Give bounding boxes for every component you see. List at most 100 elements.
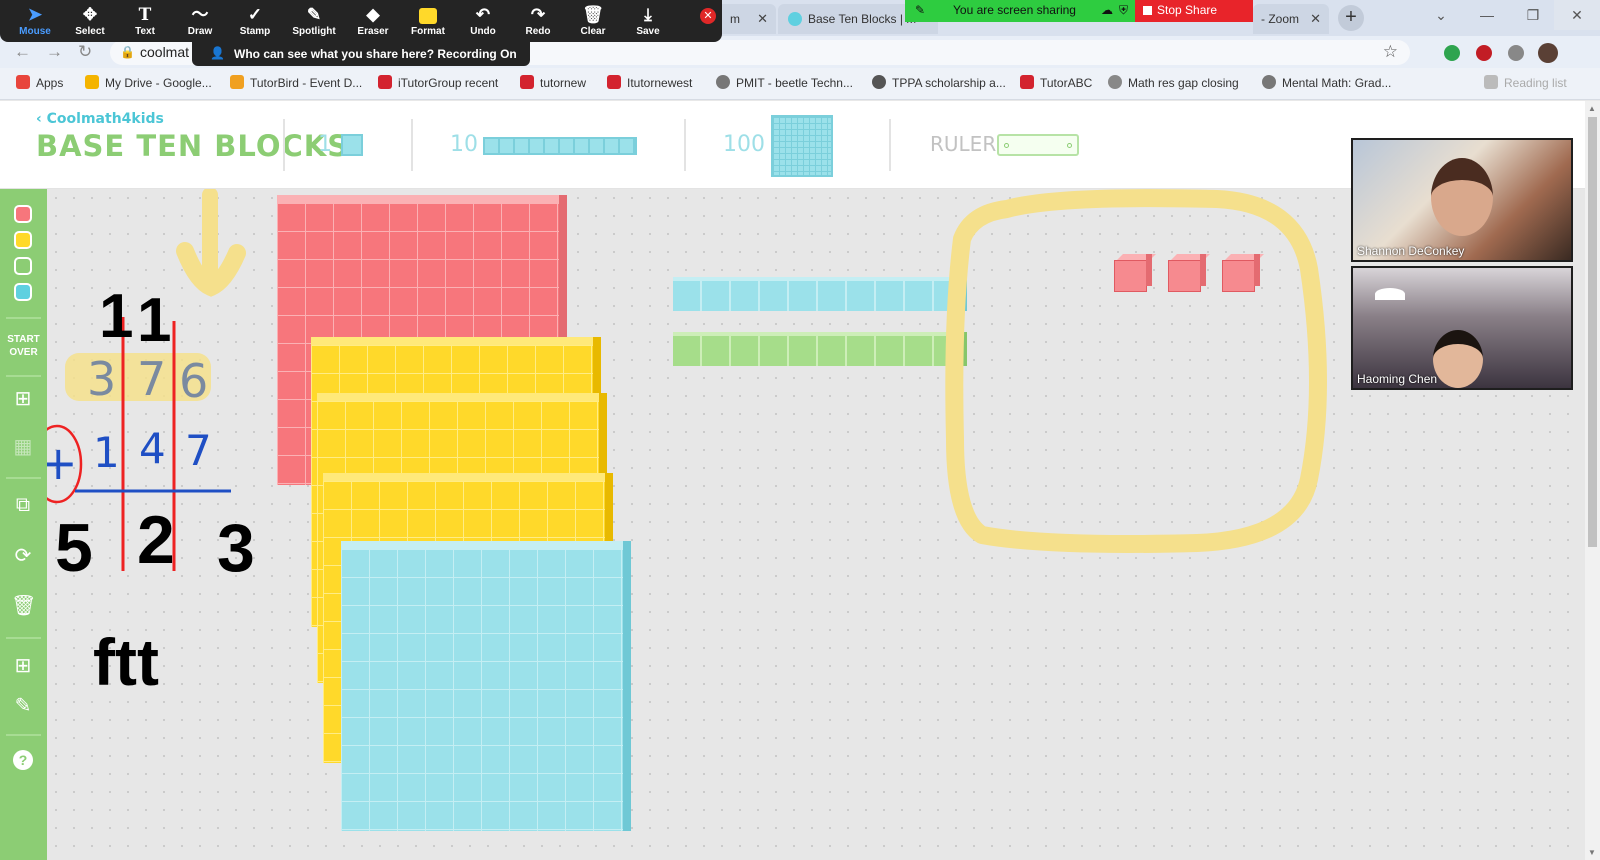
tool-stamp[interactable]: ✓ Stamp <box>227 4 283 37</box>
divider <box>6 477 41 479</box>
pencil-icon[interactable]: ✎ <box>11 694 35 718</box>
block-top <box>317 393 607 401</box>
participant-name: Haoming Chen <box>1357 372 1438 386</box>
tool-clear[interactable]: 🗑 Clear <box>565 4 621 37</box>
bookmark-item[interactable]: iTutorGroup recent <box>378 75 498 90</box>
spotlight-icon: ✎ <box>306 5 322 24</box>
tool-mouse[interactable]: ➤ Mouse <box>7 4 63 37</box>
bookmark-star-icon[interactable]: ☆ <box>1383 42 1398 62</box>
reading-list-button[interactable]: Reading list <box>1484 75 1567 90</box>
tool-text[interactable]: T Text <box>117 4 173 37</box>
ruler-dot <box>1067 143 1072 148</box>
extension-icon[interactable] <box>1444 45 1460 61</box>
browser-tab-zoom[interactable]: - Zoom ✕ <box>1253 4 1329 34</box>
hundred-flat-blue[interactable] <box>341 541 631 831</box>
participant-video[interactable]: Shannon DeConkey <box>1351 138 1573 262</box>
cloud-icon: ☁ <box>1101 3 1113 17</box>
calculator-icon[interactable]: ⊞ <box>11 654 35 678</box>
tool-draw[interactable]: 〜 Draw <box>172 4 228 37</box>
back-to-coolmath-link[interactable]: ‹ Coolmath4kids <box>36 111 164 127</box>
block-side <box>1200 254 1206 286</box>
tutorabc-icon <box>1020 75 1034 89</box>
close-icon[interactable]: ✕ <box>1310 11 1321 27</box>
tool-redo[interactable]: ↷ Redo <box>510 4 566 37</box>
tool-select[interactable]: ✥ Select <box>62 4 118 37</box>
lock-icon: 🔒 <box>120 45 135 59</box>
block-side <box>961 277 967 311</box>
scroll-up-icon[interactable]: ▲ <box>1588 104 1596 113</box>
tab-search-icon[interactable]: ⌄ <box>1418 0 1464 30</box>
tool-eraser[interactable]: ◆ Eraser <box>345 4 401 37</box>
ten-rod-green[interactable] <box>673 332 967 366</box>
color-swatch-blue[interactable] <box>14 283 32 301</box>
unit-cube-red[interactable] <box>1114 254 1156 292</box>
close-toolbar-icon[interactable]: ✕ <box>700 8 716 24</box>
puzzle-icon[interactable] <box>1508 45 1524 61</box>
bookmark-item[interactable]: Apps <box>16 75 63 90</box>
scroll-down-icon[interactable]: ▼ <box>1588 848 1596 857</box>
ten-rod-blue[interactable] <box>673 277 967 311</box>
help-icon[interactable]: ? <box>11 747 35 771</box>
scrollbar-thumb[interactable] <box>1588 117 1597 547</box>
bookmark-item[interactable]: Mental Math: Grad... <box>1262 75 1391 90</box>
divider <box>283 119 285 171</box>
bookmark-item[interactable]: TutorBird - Event D... <box>230 75 362 90</box>
tool-undo[interactable]: ↶ Undo <box>455 4 511 37</box>
layout-grid-icon[interactable]: ⊞ <box>11 387 35 411</box>
forward-arrow-icon[interactable]: → <box>46 42 63 62</box>
recording-notice[interactable]: 👤 Who can see what you share here? Recor… <box>192 42 530 66</box>
color-swatch-red[interactable] <box>14 205 32 223</box>
divider <box>6 637 41 639</box>
back-arrow-icon[interactable]: ← <box>14 42 31 62</box>
grid-icon[interactable]: ▦ <box>11 435 35 459</box>
bookmark-item[interactable]: TutorABC <box>1020 75 1092 90</box>
block-top <box>341 541 631 549</box>
bookmark-item[interactable]: Math res gap closing <box>1108 75 1239 90</box>
page-scrollbar[interactable]: ▲ ▼ <box>1585 101 1600 860</box>
tens-rod-dispenser[interactable] <box>483 137 637 155</box>
ones-label: 1 <box>318 132 332 157</box>
stop-share-button[interactable]: Stop Share <box>1135 0 1253 22</box>
drive-icon <box>85 75 99 89</box>
color-swatch-green[interactable] <box>14 257 32 275</box>
close-icon[interactable]: ✕ <box>757 11 768 27</box>
tool-sidebar: START OVER ⊞ ▦ ⧉ ⟳ 🗑 ⊞ ✎ ? <box>0 189 47 860</box>
unit-cube-red[interactable] <box>1168 254 1210 292</box>
itutor-icon <box>378 75 392 89</box>
bookmark-item[interactable]: tutornew <box>520 75 586 90</box>
bookmark-item[interactable]: Itutornewest <box>607 75 692 90</box>
bookmark-item[interactable]: My Drive - Google... <box>85 75 212 90</box>
url-text: coolmat <box>140 44 190 60</box>
bookmark-item[interactable]: PMIT - beetle Techn... <box>716 75 853 90</box>
ublock-icon[interactable] <box>1476 45 1492 61</box>
start-over-button[interactable]: START OVER <box>0 333 47 359</box>
minimize-icon[interactable]: — <box>1464 0 1510 30</box>
app-title: BASE TEN BLOCKS <box>36 129 350 163</box>
trash-icon[interactable]: 🗑 <box>11 594 36 618</box>
participant-video[interactable]: Haoming Chen <box>1351 266 1573 390</box>
new-tab-button[interactable]: + <box>1338 5 1364 31</box>
divider <box>6 375 41 377</box>
color-swatch-yellow[interactable] <box>14 231 32 249</box>
undo-icon: ↶ <box>475 5 491 24</box>
trash-icon: 🗑 <box>582 5 604 24</box>
profile-avatar[interactable] <box>1538 43 1558 63</box>
tool-format[interactable]: Format <box>400 4 456 37</box>
tab-title: Base Ten Blocks | M <box>808 12 917 26</box>
unit-cube-red[interactable] <box>1222 254 1264 292</box>
tool-save[interactable]: ⤓ Save <box>620 4 676 37</box>
reload-icon[interactable]: ↻ <box>78 42 92 62</box>
bookmark-item[interactable]: TPPA scholarship a... <box>872 75 1006 90</box>
regroup-icon[interactable]: ⟳ <box>11 544 35 568</box>
restore-icon[interactable]: ❐ <box>1510 0 1556 30</box>
copy-blocks-icon[interactable]: ⧉ <box>11 493 35 517</box>
save-icon: ⤓ <box>644 5 652 24</box>
tool-spotlight[interactable]: ✎ Spotlight <box>286 4 342 37</box>
hundreds-flat-dispenser[interactable] <box>771 115 833 177</box>
block-face <box>673 336 961 366</box>
ones-block-dispenser[interactable] <box>341 134 363 156</box>
lamp-shape <box>1375 288 1405 300</box>
divider <box>889 119 891 171</box>
ruler-dispenser[interactable] <box>997 134 1079 156</box>
window-close-icon[interactable]: ✕ <box>1554 0 1600 30</box>
